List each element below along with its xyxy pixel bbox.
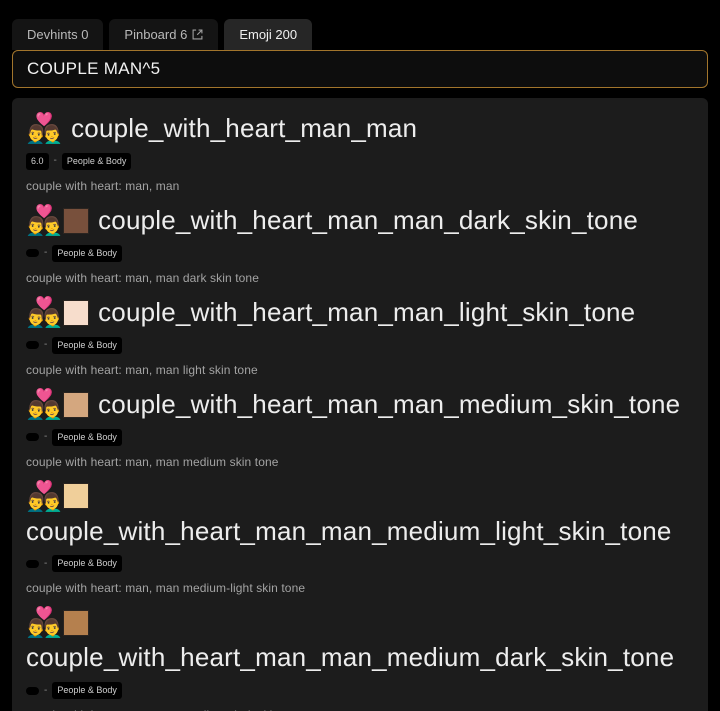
meta-separator: - — [53, 155, 57, 167]
emoji-glyph-group: 👨‍❤️‍👨 — [26, 295, 90, 330]
result-meta: - People & Body — [26, 428, 694, 446]
result-meta: - People & Body — [26, 336, 694, 354]
version-badge — [26, 341, 39, 350]
emoji-result-item[interactable]: 👨‍❤️‍👨 couple_with_heart_man_man_dark_ski… — [26, 203, 694, 285]
search-area — [0, 50, 720, 88]
emoji-description: couple with heart: man, man medium skin … — [26, 454, 279, 469]
emoji-name: couple_with_heart_man_man_medium_dark_sk… — [26, 642, 675, 673]
emoji-glyph-group: 👨‍❤️‍👨 — [26, 114, 62, 143]
category-badge: People & Body — [52, 428, 122, 446]
emoji-name: couple_with_heart_man_man_medium_light_s… — [26, 515, 672, 546]
tab-bar: Devhints 0 Pinboard 6 Emoji 200 — [0, 0, 720, 50]
emoji-name: couple_with_heart_man_man_light_skin_ton… — [98, 296, 636, 327]
emoji-result-item[interactable]: 👨‍❤️‍👨 couple_with_heart_man_man 6.0- Peopl… — [26, 113, 694, 193]
search-input[interactable] — [27, 51, 693, 87]
result-meta: - People & Body — [26, 244, 694, 262]
emoji-result-item[interactable]: 👨‍❤️‍👨 couple_with_heart_man_man_medium_l… — [26, 478, 694, 596]
meta-separator: - — [44, 339, 48, 351]
tab-emoji[interactable]: Emoji 200 — [224, 19, 313, 50]
external-link-icon — [192, 29, 203, 40]
result-meta: - People & Body — [26, 682, 694, 700]
skin-tone-swatch-medium-dark-skin-tone — [63, 609, 90, 636]
version-badge — [26, 433, 39, 442]
version-badge — [26, 249, 39, 258]
emoji-glyph-group: 👨‍❤️‍👨 — [26, 478, 90, 513]
result-meta: 6.0- People & Body — [26, 152, 694, 170]
couple-with-heart-emoji: 👨‍❤️‍👨 — [26, 605, 63, 640]
result-header: 👨‍❤️‍👨 couple_with_heart_man_man_medium_s… — [26, 387, 694, 422]
result-meta: - People & Body — [26, 555, 694, 573]
emoji-description: couple with heart: man, man medium-light… — [26, 581, 306, 596]
emoji-result-item[interactable]: 👨‍❤️‍👨 couple_with_heart_man_man_medium_s… — [26, 387, 694, 469]
skin-tone-swatch-light-skin-tone — [63, 299, 90, 326]
emoji-name: couple_with_heart_man_man_dark_skin_tone — [98, 204, 639, 235]
emoji-glyph-group: 👨‍❤️‍👨 — [26, 387, 90, 422]
category-badge: People & Body — [52, 336, 122, 354]
meta-separator: - — [44, 557, 48, 569]
meta-separator: - — [44, 247, 48, 259]
category-badge: People & Body — [52, 244, 122, 262]
result-header: 👨‍❤️‍👨 couple_with_heart_man_man_medium_l… — [26, 478, 694, 547]
skin-tone-swatch-medium-skin-tone — [63, 391, 90, 418]
couple-with-heart-emoji: 👨‍❤️‍👨 — [26, 295, 63, 330]
results-list: 👨‍❤️‍👨 couple_with_heart_man_man 6.0- Peopl… — [12, 98, 708, 711]
category-badge: People & Body — [52, 682, 122, 700]
skin-tone-swatch-dark-skin-tone — [63, 207, 90, 234]
category-badge: People & Body — [52, 555, 122, 573]
version-badge: 6.0 — [26, 152, 49, 170]
result-header: 👨‍❤️‍👨 couple_with_heart_man_man_dark_ski… — [26, 203, 694, 238]
emoji-description: couple with heart: man, man dark skin to… — [26, 270, 259, 285]
couple-with-heart-emoji: 👨‍❤️‍👨 — [26, 111, 63, 146]
emoji-name: couple_with_heart_man_man — [71, 113, 418, 143]
emoji-glyph-group: 👨‍❤️‍👨 — [26, 203, 90, 238]
tab-pinboard[interactable]: Pinboard 6 — [109, 19, 219, 50]
tab-devhints[interactable]: Devhints 0 — [12, 19, 104, 50]
result-header: 👨‍❤️‍👨 couple_with_heart_man_man_medium_d… — [26, 608, 694, 673]
tab-label: Emoji 200 — [239, 27, 298, 42]
meta-separator: - — [44, 431, 48, 443]
emoji-name: couple_with_heart_man_man_medium_skin_to… — [98, 388, 681, 419]
emoji-result-item[interactable]: 👨‍❤️‍👨 couple_with_heart_man_man_medium_d… — [26, 608, 694, 711]
category-badge: People & Body — [61, 152, 132, 170]
couple-with-heart-emoji: 👨‍❤️‍👨 — [26, 203, 63, 238]
emoji-description: couple with heart: man, man light skin t… — [26, 362, 258, 377]
result-header: 👨‍❤️‍👨 couple_with_heart_man_man — [26, 113, 694, 144]
skin-tone-swatch-medium-light-skin-tone — [63, 483, 90, 510]
search-box[interactable] — [12, 50, 708, 88]
result-header: 👨‍❤️‍👨 couple_with_heart_man_man_light_sk… — [26, 295, 694, 330]
version-badge — [26, 559, 39, 568]
emoji-result-item[interactable]: 👨‍❤️‍👨 couple_with_heart_man_man_light_sk… — [26, 295, 694, 377]
version-badge — [26, 686, 39, 695]
tab-label: Devhints 0 — [27, 27, 89, 42]
tab-label: Pinboard 6 — [124, 27, 188, 42]
emoji-glyph-group: 👨‍❤️‍👨 — [26, 605, 90, 640]
couple-with-heart-emoji: 👨‍❤️‍👨 — [26, 478, 63, 513]
emoji-description: couple with heart: man, man — [26, 178, 180, 193]
meta-separator: - — [44, 684, 48, 696]
couple-with-heart-emoji: 👨‍❤️‍👨 — [26, 387, 63, 422]
